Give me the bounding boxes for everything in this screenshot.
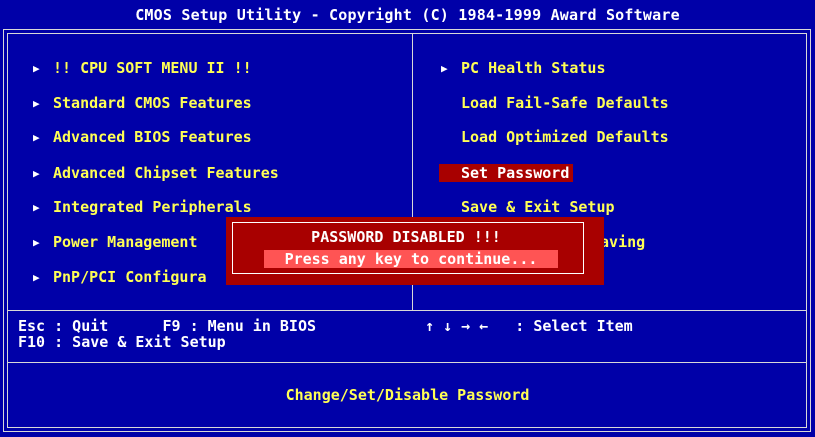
window-title: CMOS Setup Utility - Copyright (C) 1984-… <box>0 0 815 28</box>
status-description: Change/Set/Disable Password <box>285 386 530 404</box>
submenu-arrow-icon: ▶ <box>33 201 40 214</box>
menu-item-label: Standard CMOS Features <box>53 94 252 112</box>
menu-item-label: Advanced BIOS Features <box>53 128 252 146</box>
menu-item-label: Save & Exit Setup <box>461 198 615 216</box>
help-line-save-exit: F10 : Save & Exit Setup <box>18 333 226 351</box>
menu-item-label: PnP/PCI Configura <box>53 268 207 286</box>
help-divider <box>8 310 806 311</box>
menu-item-save-exit[interactable]: Save & Exit Setup <box>461 197 615 217</box>
menu-item-label: Advanced Chipset Features <box>53 164 279 182</box>
menu-item-integrated-peripherals[interactable]: ▶ Integrated Peripherals <box>33 197 252 217</box>
help-keys-right: ↑ ↓ → ← : Select Item <box>425 318 633 334</box>
menu-item-power-management[interactable]: ▶ Power Management <box>33 232 198 252</box>
submenu-arrow-icon: ▶ <box>33 97 40 110</box>
submenu-arrow-icon: ▶ <box>33 236 40 249</box>
menu-item-advanced-bios[interactable]: ▶ Advanced BIOS Features <box>33 127 252 147</box>
menu-item-advanced-chipset[interactable]: ▶ Advanced Chipset Features <box>33 163 279 183</box>
menu-item-pc-health[interactable]: ▶ PC Health Status <box>441 58 606 78</box>
menu-item-label: PC Health Status <box>461 59 606 77</box>
menu-item-label: !! CPU SOFT MENU II !! <box>53 59 252 77</box>
submenu-arrow-icon: ▶ <box>33 62 40 75</box>
menu-item-label: Power Management <box>53 233 198 251</box>
menu-item-load-optimized[interactable]: Load Optimized Defaults <box>461 127 669 147</box>
submenu-arrow-icon: ▶ <box>33 271 40 284</box>
status-divider <box>8 362 806 363</box>
menu-item-pnp-pci[interactable]: ▶ PnP/PCI Configura <box>33 267 207 287</box>
submenu-arrow-icon: ▶ <box>33 131 40 144</box>
help-line-select: ↑ ↓ → ← : Select Item <box>425 317 633 335</box>
dialog-title: PASSWORD DISABLED !!! <box>311 228 501 246</box>
menu-item-label: Integrated Peripherals <box>53 198 252 216</box>
menu-item-label: Load Fail-Safe Defaults <box>461 94 669 112</box>
menu-item-standard-cmos[interactable]: ▶ Standard CMOS Features <box>33 93 252 113</box>
menu-item-cpu-soft-menu[interactable]: ▶ !! CPU SOFT MENU II !! <box>33 58 252 78</box>
menu-item-label: Load Optimized Defaults <box>461 128 669 146</box>
menu-item-load-failsafe[interactable]: Load Fail-Safe Defaults <box>461 93 669 113</box>
help-line-quit: Esc : Quit F9 : Menu in BIOS <box>18 317 317 335</box>
dialog-message: Press any key to continue... <box>264 250 558 268</box>
selected-menu-label: Set Password <box>439 164 574 182</box>
help-keys-left: Esc : Quit F9 : Menu in BIOS F10 : Save … <box>18 318 316 350</box>
submenu-arrow-icon: ▶ <box>33 167 40 180</box>
submenu-arrow-icon: ▶ <box>441 62 448 75</box>
menu-item-set-password[interactable]: Set Password <box>439 163 574 183</box>
